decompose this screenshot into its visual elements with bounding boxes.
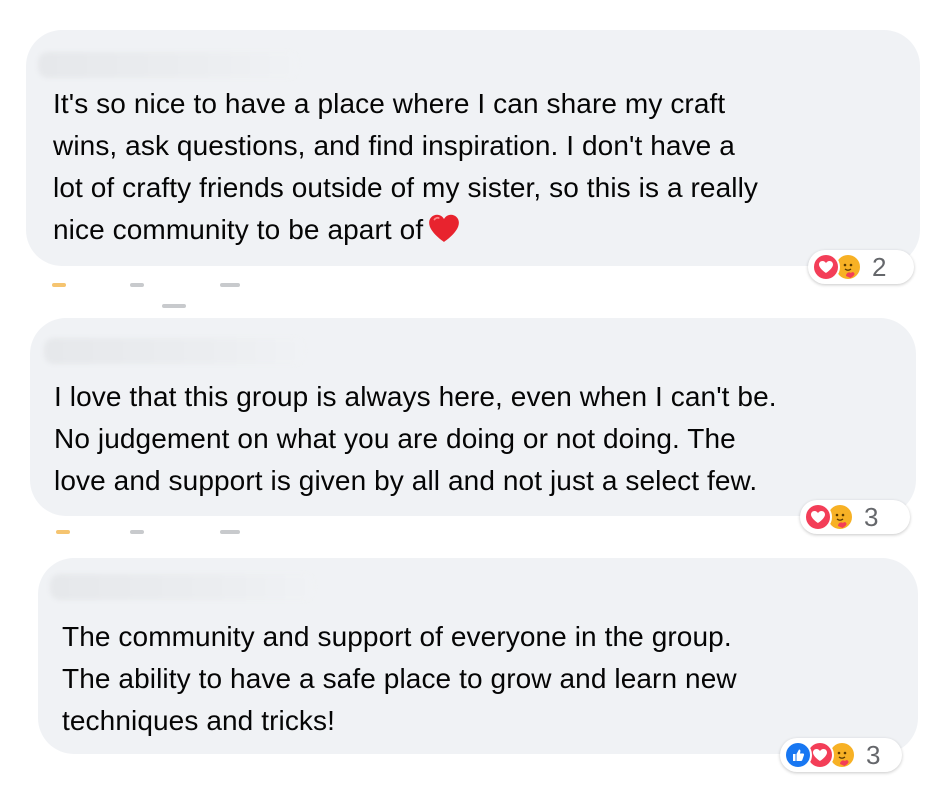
- footer-fragment: [162, 304, 186, 308]
- footer-fragment: [130, 530, 144, 534]
- reactions-summary[interactable]: 2: [808, 250, 914, 284]
- author-name-redacted: [44, 338, 304, 364]
- heart-emoji-icon: [429, 214, 460, 242]
- comment-body: The community and support of everyone in…: [62, 621, 737, 736]
- reactions-summary[interactable]: 3: [780, 738, 902, 772]
- comment-text: I love that this group is always here, e…: [54, 376, 914, 502]
- author-name-redacted: [50, 574, 314, 600]
- footer-fragment: [130, 283, 144, 287]
- footer-fragment: [56, 530, 70, 534]
- comment-text: It's so nice to have a place where I can…: [53, 83, 903, 251]
- love-reaction-icon: [812, 253, 840, 281]
- comment-bubble: It's so nice to have a place where I can…: [26, 30, 920, 266]
- footer-fragment: [220, 283, 240, 287]
- comment-bubble: I love that this group is always here, e…: [30, 318, 916, 516]
- reaction-count: 3: [866, 739, 881, 770]
- reaction-count: 3: [864, 501, 879, 532]
- comment-text: The community and support of everyone in…: [62, 616, 902, 742]
- comment-body: I love that this group is always here, e…: [54, 381, 777, 496]
- footer-fragment: [52, 283, 66, 287]
- reaction-count: 2: [872, 251, 887, 282]
- footer-fragment: [220, 530, 240, 534]
- comment-bubble: The community and support of everyone in…: [38, 558, 918, 754]
- reactions-summary[interactable]: 3: [800, 500, 910, 534]
- love-reaction-icon: [804, 503, 832, 531]
- author-name-redacted: [38, 52, 298, 78]
- comment-body: It's so nice to have a place where I can…: [53, 88, 759, 245]
- like-reaction-icon: [784, 741, 812, 769]
